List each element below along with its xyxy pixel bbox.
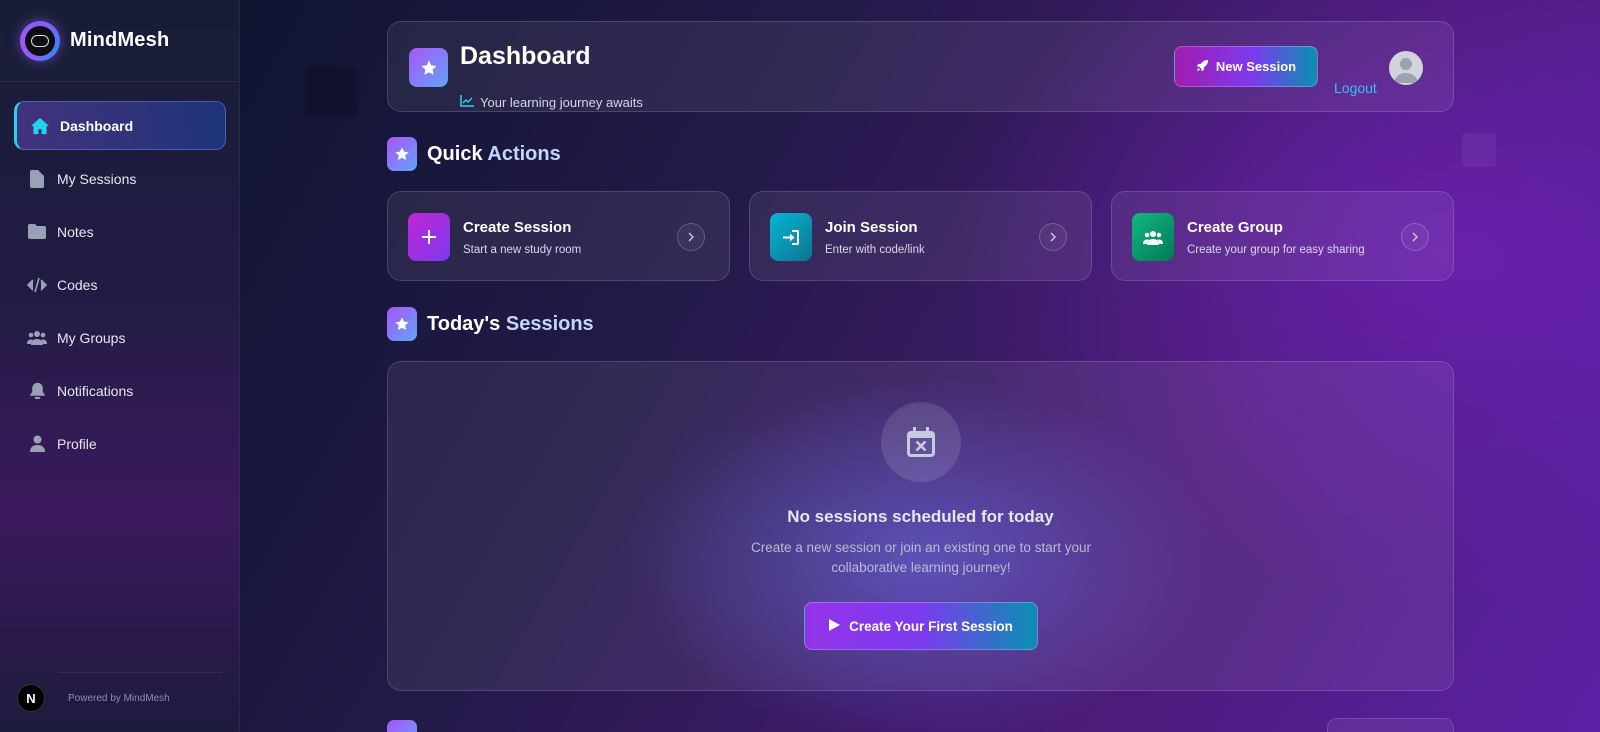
users-icon	[27, 328, 47, 348]
sidebar-item-notes[interactable]: Notes	[14, 207, 226, 256]
user-icon	[27, 434, 47, 454]
sidebar-item-codes[interactable]: Codes	[14, 260, 226, 309]
card-description: Enter with code/link	[825, 244, 925, 256]
chevron-right-icon[interactable]	[1039, 223, 1067, 251]
star-icon	[387, 720, 417, 732]
sidebar-item-label: Notes	[57, 223, 94, 240]
create-first-session-button[interactable]: Create Your First Session	[804, 602, 1038, 650]
card-description: Create your group for easy sharing	[1187, 244, 1365, 256]
rocket-icon	[1196, 59, 1216, 75]
watermark-logo	[1462, 133, 1496, 167]
star-icon	[387, 307, 417, 341]
create-session-card[interactable]: Create Session Start a new study room	[387, 191, 730, 281]
chart-line-icon	[460, 95, 480, 110]
card-title: Create Session	[463, 219, 572, 236]
sidebar-item-my-sessions[interactable]: My Sessions	[14, 154, 226, 203]
chevron-right-icon[interactable]	[677, 223, 705, 251]
sidebar-item-dashboard[interactable]: Dashboard	[14, 101, 226, 150]
dashboard-header: Dashboard Your learning journey awaits N…	[387, 21, 1454, 112]
sidebar-nav: Dashboard My Sessions Notes Codes My Gro…	[0, 82, 239, 468]
sidebar-item-notifications[interactable]: Notifications	[14, 366, 226, 415]
sidebar-item-profile[interactable]: Profile	[14, 419, 226, 468]
new-session-button[interactable]: New Session	[1174, 46, 1318, 87]
brand-name: MindMesh	[70, 29, 170, 51]
sidebar-item-label: Notifications	[57, 382, 134, 399]
logout-link[interactable]: Logout	[1334, 80, 1377, 96]
quick-actions-heading: Quick Actions	[387, 137, 561, 171]
powered-by-text: Powered by MindMesh	[68, 692, 170, 704]
avatar[interactable]	[1389, 51, 1423, 85]
main-content: Dashboard Your learning journey awaits N…	[240, 0, 1600, 732]
sidebar-item-my-groups[interactable]: My Groups	[14, 313, 226, 362]
todays-sessions-panel: No sessions scheduled for today Create a…	[387, 361, 1454, 691]
section-title: Quick Actions	[427, 142, 561, 165]
section-action-button[interactable]	[1327, 718, 1454, 732]
todays-sessions-heading: Today's Sessions	[387, 307, 594, 341]
card-description: Start a new study room	[463, 244, 582, 256]
chevron-right-icon[interactable]	[1401, 223, 1429, 251]
file-icon	[27, 169, 47, 189]
page-subtitle: Your learning journey awaits	[460, 95, 643, 110]
sidebar-item-label: Dashboard	[60, 117, 134, 134]
play-icon	[829, 618, 849, 634]
empty-state-description: Create a new session or join an existing…	[751, 540, 1091, 575]
brand-logo	[20, 20, 60, 61]
users-icon	[1132, 213, 1174, 261]
code-icon	[27, 275, 47, 295]
sidebar-footer: N Powered by MindMesh	[17, 672, 223, 716]
calendar-x-icon	[881, 402, 961, 482]
star-icon	[409, 48, 448, 87]
create-group-card[interactable]: Create Group Create your group for easy …	[1111, 191, 1454, 281]
sidebar-item-label: Profile	[57, 435, 97, 452]
card-title: Create Group	[1187, 219, 1283, 236]
join-session-card[interactable]: Join Session Enter with code/link	[749, 191, 1092, 281]
star-icon	[387, 137, 417, 171]
watermark-logo	[307, 67, 357, 117]
folder-icon	[27, 222, 47, 242]
page-title: Dashboard	[460, 42, 591, 70]
n-badge[interactable]: N	[17, 684, 45, 712]
empty-state-title: No sessions scheduled for today	[787, 507, 1054, 526]
home-icon	[30, 116, 50, 136]
sidebar-item-label: My Groups	[57, 329, 126, 346]
section-title: Today's Sessions	[427, 312, 594, 335]
sidebar-item-label: Codes	[57, 276, 98, 293]
sign-in-icon	[770, 213, 812, 261]
plus-icon	[408, 213, 450, 261]
card-title: Join Session	[825, 219, 918, 236]
sidebar: MindMesh Dashboard My Sessions Notes Cod…	[0, 0, 240, 732]
brand[interactable]: MindMesh	[0, 0, 239, 82]
sidebar-item-label: My Sessions	[57, 170, 137, 187]
bell-icon	[27, 381, 47, 401]
